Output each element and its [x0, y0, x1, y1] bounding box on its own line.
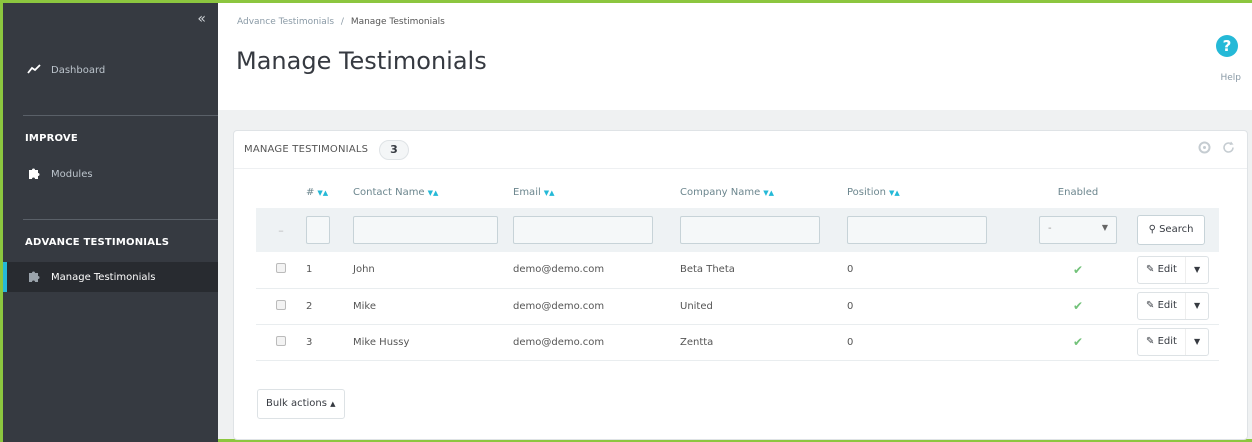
- sidebar-item-manage-testimonials[interactable]: Manage Testimonials: [3, 262, 218, 292]
- refresh-icon[interactable]: [1222, 141, 1235, 158]
- sort-icon[interactable]: ▼▲: [317, 189, 328, 197]
- edit-button[interactable]: ✎ Edit: [1138, 257, 1185, 283]
- settings-icon[interactable]: [1198, 141, 1211, 158]
- sidebar: « Dashboard IMPROVE Modules ADVANCE TEST…: [3, 3, 218, 442]
- cell-position: 0: [847, 288, 1019, 325]
- breadcrumb: Advance Testimonials / Manage Testimonia…: [237, 17, 445, 27]
- sidebar-divider: [23, 219, 218, 220]
- position-filter-input[interactable]: [847, 216, 987, 244]
- sidebar-heading-section: ADVANCE TESTIMONIALS: [25, 237, 170, 248]
- cell-contact: Mike: [353, 288, 513, 325]
- caret-down-icon[interactable]: ▼: [1184, 256, 1208, 283]
- table-row[interactable]: 1 John demo@demo.com Beta Theta 0 ✔ ✎ Ed…: [256, 252, 1219, 289]
- sidebar-item-label: Manage Testimonials: [51, 271, 156, 283]
- check-icon[interactable]: ✔: [1073, 335, 1083, 349]
- sort-icon[interactable]: ▼▲: [889, 189, 900, 197]
- header-company-name[interactable]: Company Name ▼▲: [680, 176, 847, 208]
- row-checkbox[interactable]: [276, 299, 286, 310]
- breadcrumb-separator: /: [340, 17, 344, 27]
- cell-position: 0: [847, 324, 1019, 361]
- check-icon[interactable]: ✔: [1073, 263, 1083, 277]
- header-contact-name[interactable]: Contact Name ▼▲: [353, 176, 513, 208]
- help-label[interactable]: Help: [1220, 73, 1241, 83]
- help-icon[interactable]: ?: [1216, 35, 1238, 57]
- edit-button-group[interactable]: ✎ Edit ▼: [1137, 292, 1210, 320]
- page-header: Advance Testimonials / Manage Testimonia…: [218, 3, 1252, 110]
- email-filter-input[interactable]: [513, 216, 653, 244]
- page-title: Manage Testimonials: [236, 47, 487, 75]
- cell-id: 1: [306, 252, 353, 289]
- enabled-filter-select[interactable]: - ▼: [1039, 216, 1117, 244]
- header-actions: [1137, 176, 1219, 208]
- company-filter-input[interactable]: [680, 216, 820, 244]
- cell-position: 0: [847, 252, 1019, 289]
- cell-contact: Mike Hussy: [353, 324, 513, 361]
- testimonials-table: # ▼▲ Contact Name ▼▲ Email ▼▲ Company Name ▼…: [256, 176, 1219, 361]
- pencil-icon: ✎: [1146, 263, 1155, 275]
- contact-filter-input[interactable]: [353, 216, 498, 244]
- header-email[interactable]: Email ▼▲: [513, 176, 680, 208]
- cell-company: Beta Theta: [680, 252, 847, 289]
- sidebar-item-modules[interactable]: Modules: [3, 159, 218, 189]
- pencil-icon: ✎: [1146, 300, 1155, 311]
- sort-icon[interactable]: ▼▲: [428, 189, 439, 197]
- search-button[interactable]: ⚲ Search: [1137, 215, 1205, 245]
- sidebar-item-label: Dashboard: [51, 64, 106, 76]
- caret-up-icon: ▲: [330, 400, 336, 408]
- filter-row: – - ▼ ⚲ Search: [256, 208, 1219, 252]
- bulk-actions-button[interactable]: Bulk actions ▲: [257, 389, 345, 419]
- header-select: [256, 176, 306, 208]
- sidebar-item-label: Modules: [51, 168, 93, 180]
- puzzle-icon: [25, 166, 43, 182]
- sort-icon[interactable]: ▼▲: [763, 189, 774, 197]
- caret-down-icon[interactable]: ▼: [1184, 293, 1208, 319]
- testimonials-panel: MANAGE TESTIMONIALS 3 # ▼▲ Contact Name ▼▲…: [233, 130, 1248, 440]
- cell-id: 2: [306, 288, 353, 325]
- pencil-icon: ✎: [1146, 336, 1155, 347]
- row-checkbox[interactable]: [276, 335, 286, 346]
- id-filter-input[interactable]: [306, 216, 330, 244]
- table-row[interactable]: 2 Mike demo@demo.com United 0 ✔ ✎ Edit ▼: [256, 288, 1219, 325]
- row-checkbox[interactable]: [276, 263, 286, 274]
- edit-button-group[interactable]: ✎ Edit ▼: [1137, 255, 1210, 284]
- sidebar-item-dashboard[interactable]: Dashboard: [3, 55, 218, 85]
- filter-dash: –: [256, 208, 306, 252]
- edit-button[interactable]: ✎ Edit: [1138, 293, 1185, 319]
- table-row[interactable]: 3 Mike Hussy demo@demo.com Zentta 0 ✔ ✎ …: [256, 324, 1219, 361]
- chevron-down-icon: ▼: [1101, 223, 1108, 232]
- cell-contact: John: [353, 252, 513, 289]
- trending-icon: [25, 63, 43, 77]
- table-header-row: # ▼▲ Contact Name ▼▲ Email ▼▲ Company Name ▼…: [256, 176, 1219, 208]
- header-id[interactable]: # ▼▲: [306, 176, 353, 208]
- cell-email: demo@demo.com: [513, 324, 680, 361]
- collapse-sidebar-icon[interactable]: «: [197, 11, 206, 27]
- breadcrumb-parent-link[interactable]: Advance Testimonials: [237, 17, 334, 27]
- cell-company: United: [680, 288, 847, 325]
- sidebar-divider: [23, 115, 218, 116]
- breadcrumb-current: Manage Testimonials: [350, 17, 445, 27]
- cell-email: demo@demo.com: [513, 288, 680, 325]
- cell-email: demo@demo.com: [513, 252, 680, 289]
- puzzle-icon: [25, 269, 43, 285]
- sidebar-heading-improve: IMPROVE: [25, 133, 78, 144]
- count-badge: 3: [379, 140, 409, 160]
- check-icon[interactable]: ✔: [1073, 299, 1083, 313]
- header-enabled: Enabled: [1057, 186, 1099, 198]
- panel-title: MANAGE TESTIMONIALS: [244, 144, 369, 155]
- cell-company: Zentta: [680, 324, 847, 361]
- cell-id: 3: [306, 324, 353, 361]
- sort-icon[interactable]: ▼▲: [544, 189, 555, 197]
- edit-button[interactable]: ✎ Edit: [1138, 329, 1185, 355]
- search-icon: ⚲: [1148, 224, 1156, 235]
- edit-button-group[interactable]: ✎ Edit ▼: [1137, 328, 1210, 356]
- header-position[interactable]: Position ▼▲: [847, 176, 1019, 208]
- caret-down-icon[interactable]: ▼: [1184, 329, 1208, 355]
- panel-header: MANAGE TESTIMONIALS 3: [234, 131, 1247, 169]
